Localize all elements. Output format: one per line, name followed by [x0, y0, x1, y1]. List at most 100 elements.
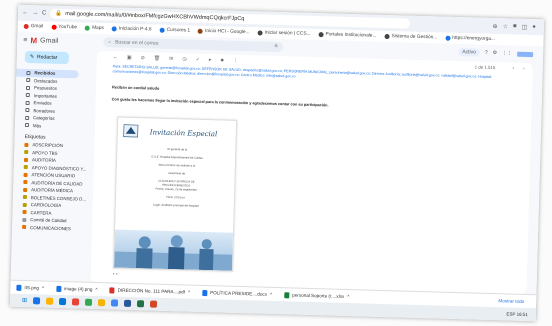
invitation-line: ceremonia de	[168, 170, 186, 176]
bookmark-item[interactable]: YouTube	[51, 24, 77, 30]
bookmark-item[interactable]: Iniciar sesión | CCS...	[257, 30, 311, 37]
download-item[interactable]: image (4).png ^	[56, 285, 98, 292]
browser-extension-icon[interactable]: ■	[513, 23, 517, 30]
compose-button[interactable]: ✎ Redactar	[24, 50, 70, 65]
label-name: AUDITORÍA DE CALIDAD	[31, 179, 83, 187]
reload-icon[interactable]: C	[42, 10, 47, 16]
search-icon: ⌕	[108, 39, 112, 46]
invitation-text: El gerente de la E.S.E. Hospital Departam…	[118, 118, 236, 208]
taskbar-app-icon[interactable]	[32, 297, 41, 305]
invitation-line: Lugar: Auditorio principal del hospital	[152, 202, 199, 208]
chevron-up-icon[interactable]: ^	[95, 287, 97, 292]
taskbar-app-icon[interactable]	[84, 298, 93, 306]
taskbar-app-icon[interactable]	[71, 298, 80, 306]
browser-extension-icon[interactable]: ●	[532, 24, 536, 31]
folder-icon	[25, 93, 30, 98]
chevron-up-icon[interactable]: ^	[347, 294, 349, 299]
invitation-line: E.S.E. Hospital Departamental de Caldas	[151, 154, 203, 160]
gmail-logo-text: Gmail	[40, 36, 59, 45]
bookmark-label: Gmail	[30, 24, 44, 30]
apps-grid-icon[interactable]: ⋮⋮	[502, 50, 512, 56]
browser-extension-icon[interactable]: ◫	[522, 23, 528, 30]
settings-gear-icon[interactable]: ⚙	[493, 50, 498, 56]
label-icon[interactable]: ⬥	[220, 57, 224, 63]
bookmark-favicon-icon	[257, 30, 263, 36]
browser-extension-icon[interactable]: ⊕	[492, 22, 497, 29]
mark-unread-icon[interactable]: ✉	[169, 55, 173, 61]
download-item[interactable]: POLÍTICA PRESIDE....docx ^	[202, 289, 272, 297]
taskbar-app-icon[interactable]	[136, 300, 145, 308]
bookmark-favicon-icon	[85, 25, 91, 31]
bookmark-item[interactable]: Maps	[85, 25, 104, 32]
bookmark-item[interactable]: Sistema de Gestión...	[384, 33, 437, 40]
status-badge[interactable]: Activo	[458, 48, 481, 57]
help-icon[interactable]: ?	[485, 50, 488, 56]
bookmark-label: Cursores 1	[166, 27, 191, 34]
invitation-image[interactable]: Invitación Especial El gerente de la E.S.…	[112, 116, 238, 272]
bookmark-favicon-icon	[197, 28, 204, 34]
chevron-up-icon[interactable]: ^	[42, 285, 44, 290]
taskbar-app-icon[interactable]	[58, 297, 67, 306]
search-options-icon[interactable]: ≚	[274, 44, 283, 50]
bookmark-favicon-icon	[111, 26, 117, 32]
bookmark-favicon-icon	[445, 35, 451, 41]
bookmark-favicon-icon	[159, 27, 165, 33]
taskbar-app-icon[interactable]	[45, 297, 54, 305]
photo-background: ← → C 🔒 mail.google.com/mail/u/0/#inbox/…	[0, 0, 552, 326]
bookmark-item[interactable]: Cursores 1	[159, 27, 191, 34]
medical-staff-illustration-icon	[114, 235, 233, 271]
menu-icon[interactable]: ≡	[23, 36, 27, 43]
bookmark-item[interactable]: Portales Institucionale...	[318, 32, 377, 39]
sidebar-item-label: Recibidos	[34, 70, 56, 77]
download-filename: image (4).png	[64, 286, 93, 292]
taskbar-app-icon[interactable]	[149, 300, 158, 308]
show-trimmed-content-icon[interactable]: • •	[113, 271, 118, 277]
report-spam-icon[interactable]: ⊘	[141, 55, 145, 61]
more-options-icon[interactable]: ⋮	[233, 57, 238, 63]
label-name: AUDITORÍA MÉDICA	[31, 187, 74, 194]
back-arrow-icon[interactable]: ←	[22, 10, 28, 16]
bookmark-item[interactable]: Gmail	[23, 23, 44, 30]
bookmark-label: Iniciación P-4.6	[118, 26, 152, 33]
chevron-up-icon[interactable]: ^	[188, 290, 190, 295]
label-name: APOYO TBS	[32, 149, 58, 156]
bookmark-item[interactable]: https://energyorga...	[445, 35, 495, 42]
sidebar-item-label: Categorías	[33, 115, 55, 122]
prev-page-icon[interactable]: ‹	[512, 65, 514, 71]
invitation-title: Invitación Especial	[149, 128, 218, 139]
gmail-logo[interactable]: ≡ M Gmail	[23, 35, 81, 46]
email-view: ← ▣ ⊘ 🗑 ✉ ◷ ✓ ▸ ⬥ ⋮ 1 de 1.515 ‹ › Para:…	[90, 50, 533, 295]
taskbar-app-icon[interactable]	[110, 299, 119, 307]
download-item[interactable]: personal Soporte (r....xlsx ^	[284, 291, 349, 300]
download-item[interactable]: IIS.png ^	[16, 284, 44, 291]
forward-arrow-icon[interactable]: →	[32, 10, 38, 16]
add-task-icon[interactable]: ✓	[196, 56, 200, 62]
chevron-up-icon[interactable]: ^	[270, 292, 272, 297]
browser-extension-icon[interactable]: ☆	[502, 23, 508, 30]
bookmark-item[interactable]: Iniciación P-4.6	[111, 26, 152, 33]
archive-icon[interactable]: ▣	[127, 54, 132, 60]
next-page-icon[interactable]: ›	[523, 65, 533, 71]
label-tag-icon	[22, 210, 27, 215]
download-item[interactable]: DIRECCIÓN No. 111 PARA....pdf ^	[109, 286, 191, 295]
snooze-icon[interactable]: ◷	[182, 56, 187, 62]
windows-start-icon[interactable]: ⊞	[22, 297, 27, 304]
taskbar-app-icon[interactable]	[97, 299, 106, 307]
label-name: CARDIOLOGÍA	[30, 202, 62, 209]
search-input[interactable]: ⌕ Buscar en el correo ≚	[103, 37, 284, 53]
folder-icon	[26, 78, 31, 83]
label-item[interactable]: COMUNICACIONES	[12, 223, 88, 233]
sidebar-item-label: Importantes	[33, 92, 58, 99]
bookmark-label: Maps	[92, 25, 104, 32]
bookmark-item[interactable]: Inicio HCI - Google...	[197, 28, 250, 35]
avatar[interactable]	[517, 51, 534, 57]
back-icon[interactable]: ←	[113, 54, 118, 60]
label-tag-icon	[23, 187, 28, 192]
sidebar-item[interactable]: Más	[15, 121, 91, 131]
move-to-icon[interactable]: ▸	[209, 57, 212, 63]
show-all-downloads-button[interactable]: Mostrar todo	[498, 298, 524, 304]
taskbar-app-icon[interactable]	[123, 299, 132, 307]
delete-icon[interactable]: 🗑	[154, 55, 161, 61]
sidebar-nav: Recibidos Destacados Pospuestos Importantes…	[15, 68, 93, 131]
browser-action-icons: ⊕ ☆ ■ ◫ ●	[492, 22, 544, 30]
